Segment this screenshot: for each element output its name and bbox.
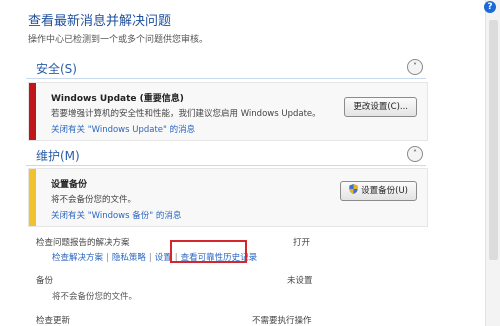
maintenance-section-label: 维护(M): [36, 149, 80, 163]
alert-description: 若要增强计算机的安全性和性能，我们建议您启用 Windows Update。: [51, 109, 321, 119]
vertical-scrollbar[interactable]: [485, 0, 500, 326]
dismiss-backup-link[interactable]: 关闭有关 "Windows 备份" 的消息: [51, 209, 181, 221]
backup-label: 备份: [36, 276, 54, 286]
alert-heading: Windows Update (重要信息): [51, 94, 184, 104]
set-up-backup-button[interactable]: 设置备份(U): [340, 181, 417, 201]
backup-description: 将不会备份您的文件。: [52, 292, 138, 302]
page-title: 查看最新消息并解决问题: [28, 14, 172, 29]
problem-reports-label: 检查问题报告的解决方案: [36, 238, 130, 248]
security-section-label: 安全(S): [36, 62, 77, 76]
security-section-header[interactable]: 安全(S) ˅: [26, 58, 426, 79]
alert-severity-stripe: [29, 83, 36, 140]
page-subtitle: 操作中心已检测到一个或多个问题供您审核。: [28, 35, 209, 45]
chevron-up-icon[interactable]: ˄: [407, 146, 423, 162]
alert-heading: 设置备份: [51, 180, 88, 190]
problem-reports-status: 打开: [293, 238, 311, 248]
help-icon[interactable]: ?: [484, 1, 496, 13]
set-up-backup-label: 设置备份(U): [361, 186, 408, 196]
privacy-policy-link[interactable]: 隐私策略: [112, 253, 146, 263]
highlight-annotation: [170, 240, 247, 263]
dismiss-windows-update-link[interactable]: 关闭有关 "Windows Update" 的消息: [51, 123, 195, 135]
change-settings-button[interactable]: 更改设置(C)...: [344, 97, 417, 117]
uac-shield-icon: [349, 184, 358, 194]
scrollbar-thumb[interactable]: [489, 20, 498, 260]
backup-alert: 设置备份 将不会备份您的文件。 关闭有关 "Windows 备份" 的消息 设置…: [28, 168, 428, 227]
alert-severity-stripe: [29, 169, 36, 226]
chevron-down-icon[interactable]: ˅: [407, 59, 423, 75]
maintenance-section-header[interactable]: 维护(M) ˄: [26, 145, 426, 166]
alert-description: 将不会备份您的文件。: [51, 195, 137, 205]
backup-status: 未设置: [287, 276, 313, 286]
check-updates-status: 不需要执行操作: [252, 316, 312, 326]
check-updates-label: 检查更新: [36, 316, 71, 326]
check-solutions-link[interactable]: 检查解决方案: [52, 253, 103, 263]
windows-update-alert: Windows Update (重要信息) 若要增强计算机的安全性和性能，我们建…: [28, 82, 428, 141]
